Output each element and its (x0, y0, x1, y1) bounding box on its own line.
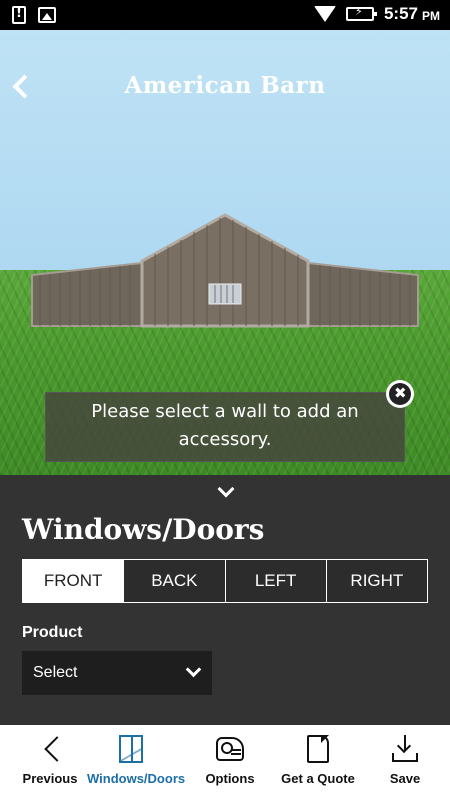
download-icon (392, 735, 418, 763)
page-title: American Barn (124, 72, 326, 99)
battery-charging-icon (345, 5, 377, 21)
alert-notification-icon (12, 6, 26, 24)
product-label: Product (22, 624, 83, 641)
nav-label: Save (389, 771, 421, 786)
chevron-down-icon (186, 664, 200, 678)
wall-tabs: FRONT BACK LEFT RIGHT (22, 559, 428, 603)
product-select-value: Select (33, 664, 78, 681)
accessory-panel: Windows/Doors FRONT BACK LEFT RIGHT Prod… (0, 475, 450, 725)
barn-model[interactable] (30, 213, 420, 328)
nav-previous[interactable]: Previous (0, 725, 100, 800)
nav-label: Previous (22, 771, 78, 786)
status-bar: 5:57 PM (0, 0, 450, 30)
tab-front[interactable]: FRONT (23, 560, 124, 602)
status-time: 5:57 (383, 4, 418, 23)
chevron-down-icon[interactable] (217, 483, 233, 499)
nav-get-quote[interactable]: Get a Quote (276, 725, 360, 800)
tab-right[interactable]: RIGHT (325, 560, 427, 602)
section-title: Windows/Doors (22, 513, 265, 546)
status-ampm: PM (422, 8, 440, 23)
close-icon[interactable] (386, 380, 414, 408)
hint-toast: Please select a wall to add an accessory… (45, 392, 405, 462)
document-icon (307, 735, 329, 763)
nav-label: Get a Quote (281, 771, 355, 786)
options-icon (216, 737, 244, 761)
nav-save[interactable]: Save (360, 725, 450, 800)
tab-left[interactable]: LEFT (224, 560, 326, 602)
chevron-left-icon (40, 735, 60, 763)
tab-back[interactable]: BACK (123, 560, 225, 602)
nav-options[interactable]: Options (184, 725, 276, 800)
wifi-icon (313, 6, 336, 22)
product-select[interactable]: Select (22, 651, 212, 695)
nav-label: Options (205, 771, 255, 786)
nav-label: Windows/Doors (87, 771, 186, 786)
nav-windows-doors[interactable]: Windows/Doors (87, 725, 186, 800)
window-icon (119, 735, 143, 763)
image-notification-icon (38, 7, 56, 23)
bottom-nav: Previous Windows/Doors Options Get a Quo… (0, 725, 450, 800)
